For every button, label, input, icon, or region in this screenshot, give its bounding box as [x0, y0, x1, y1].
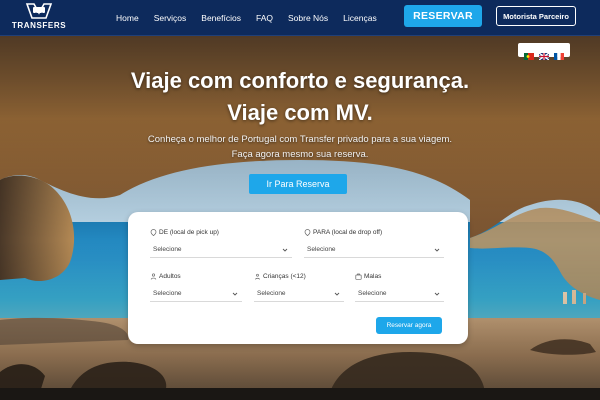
chevron-down-icon — [434, 291, 440, 297]
person-icon — [150, 273, 157, 280]
logo-van-icon — [24, 2, 54, 20]
booking-form-card: DE (local de pick up) Selecione PARA (lo… — [128, 212, 468, 344]
adults-label-text: Adultos — [159, 273, 181, 280]
adults-select[interactable]: Selecione — [150, 286, 242, 302]
nav-link-beneficios[interactable]: Benefícios — [201, 13, 241, 23]
children-label: Crianças (<12) — [254, 273, 306, 280]
bottom-strip — [0, 388, 600, 400]
logo-text: TRANSFERS — [11, 21, 67, 30]
suitcase-icon — [355, 273, 362, 280]
site-logo[interactable]: TRANSFERS — [6, 2, 72, 34]
to-select[interactable]: Selecione — [304, 242, 444, 258]
nav-link-servicos[interactable]: Serviços — [154, 13, 187, 23]
from-label-text: DE (local de pick up) — [159, 229, 219, 236]
chevron-down-icon — [232, 291, 238, 297]
bags-select[interactable]: Selecione — [355, 286, 444, 302]
chevron-down-icon — [334, 291, 340, 297]
nav-link-faq[interactable]: FAQ — [256, 13, 273, 23]
from-select-value: Selecione — [153, 246, 182, 253]
map-pin-icon — [150, 229, 157, 237]
ir-para-reserva-button[interactable]: Ir Para Reserva — [249, 174, 347, 194]
children-label-text: Crianças (<12) — [263, 273, 306, 280]
bags-label-text: Malas — [364, 273, 382, 280]
child-icon — [254, 273, 261, 280]
bags-select-value: Selecione — [358, 290, 387, 297]
hero-subtitle-line1: Conheça o melhor de Portugal com Transfe… — [147, 134, 453, 145]
map-pin-icon — [304, 229, 311, 237]
from-label: DE (local de pick up) — [150, 229, 219, 237]
children-select-value: Selecione — [257, 290, 286, 297]
hero-subtitle-line2: Faça agora mesmo sua reserva. — [231, 149, 369, 160]
adults-label: Adultos — [150, 273, 181, 280]
adults-select-value: Selecione — [153, 290, 182, 297]
portugal-flag-icon[interactable] — [523, 47, 534, 60]
reservar-agora-button[interactable]: Reservar agora — [376, 317, 442, 334]
children-select[interactable]: Selecione — [254, 286, 344, 302]
to-label-text: PARA (local de drop off) — [313, 229, 383, 236]
motorista-parceiro-button[interactable]: Motorista Parceiro — [496, 6, 576, 26]
nav-link-sobre-nos[interactable]: Sobre Nós — [288, 13, 328, 23]
top-navbar: TRANSFERS Home Serviços Benefícios FAQ S… — [0, 0, 600, 36]
nav-menu: Home Serviços Benefícios FAQ Sobre Nós L… — [116, 0, 392, 36]
uk-flag-icon[interactable] — [538, 47, 550, 61]
bags-label: Malas — [355, 273, 381, 280]
to-label: PARA (local de drop off) — [304, 229, 383, 237]
nav-link-home[interactable]: Home — [116, 13, 139, 23]
reservar-button[interactable]: RESERVAR — [404, 5, 482, 27]
chevron-down-icon — [434, 247, 440, 253]
language-selector — [518, 43, 570, 61]
france-flag-icon[interactable] — [554, 47, 565, 60]
to-select-value: Selecione — [307, 246, 336, 253]
nav-link-licencas[interactable]: Licenças — [343, 13, 377, 23]
hero-title-line2: Viaje com MV. — [227, 100, 373, 125]
from-select[interactable]: Selecione — [150, 242, 292, 258]
chevron-down-icon — [282, 247, 288, 253]
hero-title-line1: Viaje com conforto e segurança. — [130, 68, 470, 93]
